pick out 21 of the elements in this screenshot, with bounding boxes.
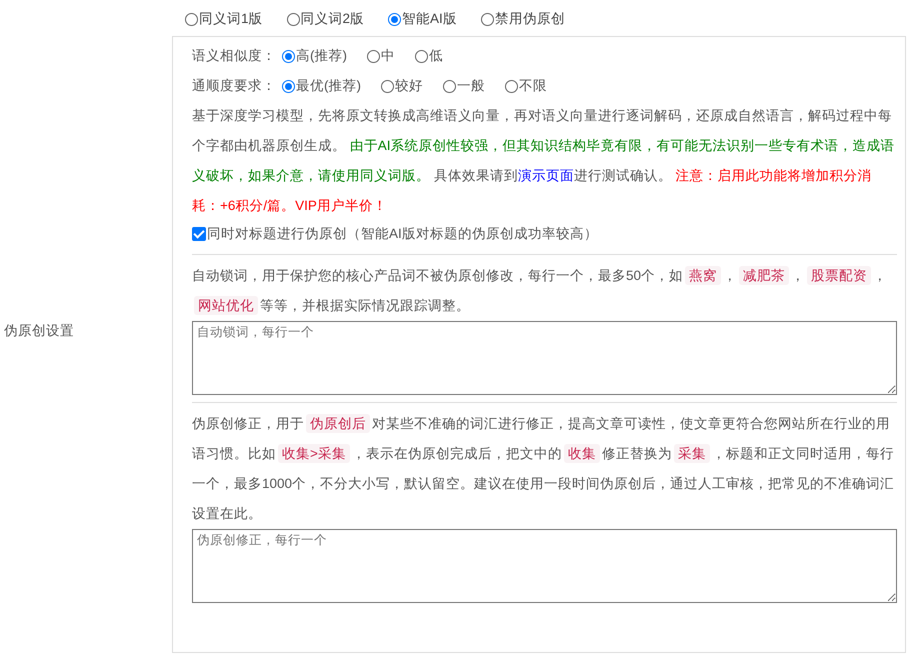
- demo-page-link[interactable]: 演示页面: [518, 168, 574, 183]
- mode-radio[interactable]: 智能AI版: [388, 10, 457, 28]
- mode-radio[interactable]: 禁用伪原创: [480, 10, 565, 28]
- correction-field[interactable]: 伪原创修正，每行一个: [192, 529, 897, 603]
- section-label: 伪原创设置: [4, 322, 74, 340]
- option-radio[interactable]: 较好: [381, 77, 423, 95]
- correction-description: 伪原创修正，用于 伪原创后 对某些不准确的词汇进行修正，提高文章可读性，使文章更符合您网站所在行业的用语习惯。比如 收集>采集 ，表示在伪原创完成后，把文中的 收集 修正替换为 采集 ，标题和正文同时适用，每行一个，最多1000个，不分大小写，默认留空。建议在使用一段时间伪原创后，通过人工审核，把常见的不准确词汇设置在此。: [192, 413, 896, 523]
- option-radio[interactable]: 低: [415, 47, 443, 65]
- option-radio[interactable]: 高(推荐): [282, 47, 347, 65]
- field-label: 语义相似度：: [192, 47, 276, 65]
- ai-description: 基于深度学习模型，先将原文转换成高维语义向量，再对语义向量进行逐词解码，还原成自然语言，解码过程中每个字都由机器原创生成。 由于AI系统原创性较强，但其知识结构毕竟有限，有可能无法识别一些专有术语，造成语义破坏，如果介意，请使用同义词版。 具体效果请到演示页面进行测试确认。 注意：启用此功能将增加积分消耗：+6积分/篇。VIP用户半价！: [192, 107, 896, 215]
- field-label: 通顺度要求：: [192, 77, 276, 95]
- option-radio[interactable]: 不限: [505, 77, 547, 95]
- mode-radio[interactable]: 同义词2版: [286, 10, 364, 28]
- title-checkbox[interactable]: 同时对标题进行伪原创（智能AI版对标题的伪原创成功率较高）: [192, 221, 897, 247]
- option-radio[interactable]: 一般: [443, 77, 485, 95]
- lock-words-field[interactable]: 自动锁词，每行一个: [192, 321, 897, 395]
- lock-words-description: 自动锁词，用于保护您的核心产品词不被伪原创修改，每行一个，最多50个，如 燕窝 ， 减肥茶 ， 股票配资 ， 网站优化 等等，并根据实际情况跟踪调整。: [192, 265, 888, 317]
- option-radio[interactable]: 中: [367, 47, 395, 65]
- option-radio[interactable]: 最优(推荐): [282, 77, 361, 95]
- mode-radio[interactable]: 同义词1版: [185, 10, 263, 28]
